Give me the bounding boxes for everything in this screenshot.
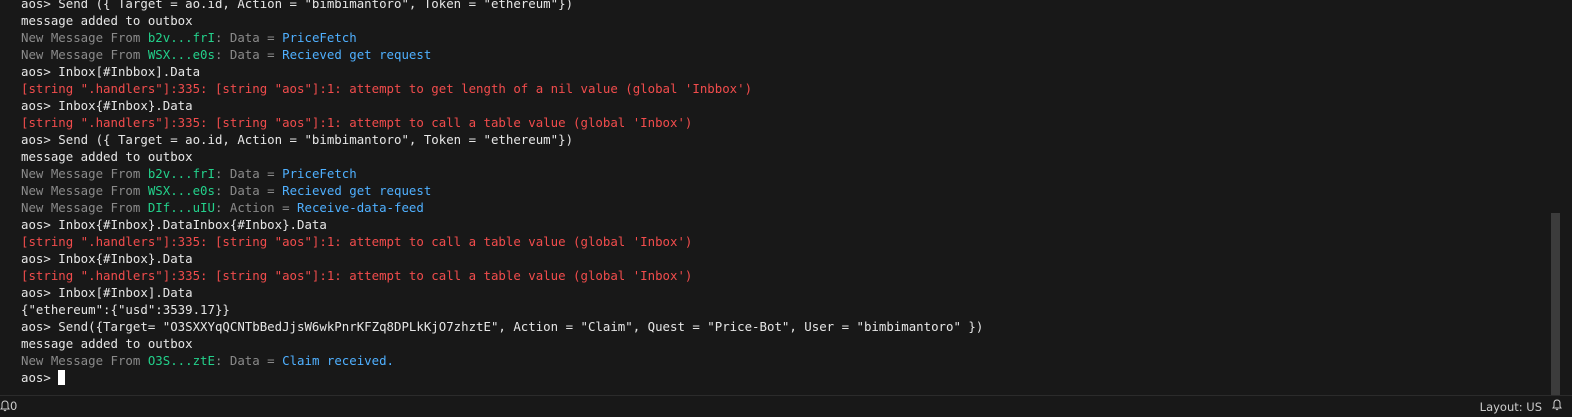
terminal-text-segment: Receive-data-feed (297, 200, 424, 215)
terminal-prompt: aos> (21, 370, 59, 385)
terminal-text-segment: {"ethereum":{"usd":3539.17}} (21, 302, 230, 317)
terminal-text-segment: New Message From (21, 183, 148, 198)
terminal-text-segment: New Message From (21, 200, 148, 215)
terminal-text-segment: aos> Inbox[#Inbox].Data (21, 285, 193, 300)
terminal-text-segment: Recieved get request (282, 183, 432, 198)
terminal-line: message added to outbox (21, 148, 983, 165)
terminal-line: aos> Inbox[#Inbbox].Data (21, 63, 983, 80)
terminal-text-segment: aos> Inbox[#Inbbox].Data (21, 64, 201, 79)
terminal-line: {"ethereum":{"usd":3539.17}} (21, 301, 983, 318)
terminal-text-segment: O3S...ztE (147, 353, 215, 368)
terminal-text-segment: New Message From (21, 166, 148, 181)
terminal-text-segment: DIf...uIU (147, 200, 215, 215)
terminal-text-segment: aos> Inbox{#Inbox}.Data (21, 251, 193, 266)
terminal-text-segment: [string ".handlers"]:335: [string "aos"]… (21, 234, 693, 249)
terminal-prompt-line[interactable]: aos> (21, 369, 983, 386)
terminal-line: aos> Inbox{#Inbox}.Data (21, 97, 983, 114)
bell-icon (0, 400, 10, 412)
terminal-text-segment: b2v...frI (147, 30, 215, 45)
terminal-text-segment: PriceFetch (282, 30, 357, 45)
terminal-text-segment: Recieved get request (282, 47, 432, 62)
terminal-text-segment: : Data = (214, 353, 283, 368)
terminal-panel[interactable]: aos> Send ({ Target = ao.id, Action = "b… (0, 0, 1560, 395)
terminal-text-segment: : Data = (214, 30, 283, 45)
terminal-text-segment: WSX...e0s (147, 183, 215, 198)
terminal-line: New Message From WSX...e0s: Data = Recie… (21, 182, 983, 199)
notifications-bell-icon[interactable] (1552, 399, 1562, 414)
terminal-text-segment: aos> Send({Target= "O3SXXYqQCNTbBedJjsW6… (21, 319, 984, 334)
terminal-line: [string ".handlers"]:335: [string "aos"]… (21, 267, 983, 284)
status-bar: 0 Layout: US (0, 395, 1572, 417)
terminal-line: aos> Send ({ Target = ao.id, Action = "b… (21, 131, 983, 148)
terminal-line: New Message From O3S...ztE: Data = Claim… (21, 352, 983, 369)
scrollbar-thumb[interactable] (1551, 213, 1560, 395)
terminal-text-segment: aos> Inbox{#Inbox}.Data (21, 98, 193, 113)
terminal-line: [string ".handlers"]:335: [string "aos"]… (21, 114, 983, 131)
terminal-text-segment: [string ".handlers"]:335: [string "aos"]… (21, 268, 693, 283)
notifications-indicator[interactable]: 0 (0, 399, 17, 413)
terminal-text-segment: PriceFetch (282, 166, 357, 181)
terminal-line: aos> Send({Target= "O3SXXYqQCNTbBedJjsW6… (21, 318, 983, 335)
terminal-text-segment: : Data = (214, 166, 283, 181)
terminal-text-segment: aos> Inbox{#Inbox}.DataInbox{#Inbox}.Dat… (21, 217, 327, 232)
terminal-cursor (58, 370, 66, 385)
terminal-text-segment: WSX...e0s (147, 47, 215, 62)
terminal-text-segment: aos> Send ({ Target = ao.id, Action = "b… (21, 132, 574, 147)
terminal-line: New Message From WSX...e0s: Data = Recie… (21, 46, 983, 63)
terminal-line: [string ".handlers"]:335: [string "aos"]… (21, 80, 983, 97)
terminal-text-segment: : Action = (214, 200, 298, 215)
keyboard-layout-indicator[interactable]: Layout: US (1480, 400, 1542, 414)
terminal-line: message added to outbox (21, 12, 983, 29)
terminal-text-segment: New Message From (21, 30, 148, 45)
terminal-text-segment: : Data = (214, 47, 283, 62)
terminal-text-segment: message added to outbox (21, 149, 193, 164)
terminal-line: New Message From DIf...uIU: Action = Rec… (21, 199, 983, 216)
terminal-text-segment: message added to outbox (21, 336, 193, 351)
terminal-scrollbar[interactable] (1548, 0, 1560, 395)
terminal-line: New Message From b2v...frI: Data = Price… (21, 29, 983, 46)
terminal-text-segment: [string ".handlers"]:335: [string "aos"]… (21, 81, 753, 96)
terminal-text-segment: New Message From (21, 353, 148, 368)
terminal-line: New Message From b2v...frI: Data = Price… (21, 165, 983, 182)
terminal-output: aos> Send ({ Target = ao.id, Action = "b… (21, 0, 983, 386)
terminal-text-segment: New Message From (21, 47, 148, 62)
terminal-text-segment: aos> Send ({ Target = ao.id, Action = "b… (21, 0, 574, 11)
terminal-line: aos> Inbox{#Inbox}.Data (21, 250, 983, 267)
terminal-text-segment: message added to outbox (21, 13, 193, 28)
terminal-text-segment: Claim received. (282, 353, 395, 368)
terminal-text-segment: : Data = (214, 183, 283, 198)
terminal-line: aos> Inbox[#Inbox].Data (21, 284, 983, 301)
terminal-line: message added to outbox (21, 335, 983, 352)
terminal-text-segment: [string ".handlers"]:335: [string "aos"]… (21, 115, 693, 130)
terminal-line: [string ".handlers"]:335: [string "aos"]… (21, 233, 983, 250)
terminal-text-segment: b2v...frI (147, 166, 215, 181)
terminal-line: aos> Inbox{#Inbox}.DataInbox{#Inbox}.Dat… (21, 216, 983, 233)
notification-count: 0 (10, 399, 18, 413)
terminal-line: aos> Send ({ Target = ao.id, Action = "b… (21, 0, 983, 12)
